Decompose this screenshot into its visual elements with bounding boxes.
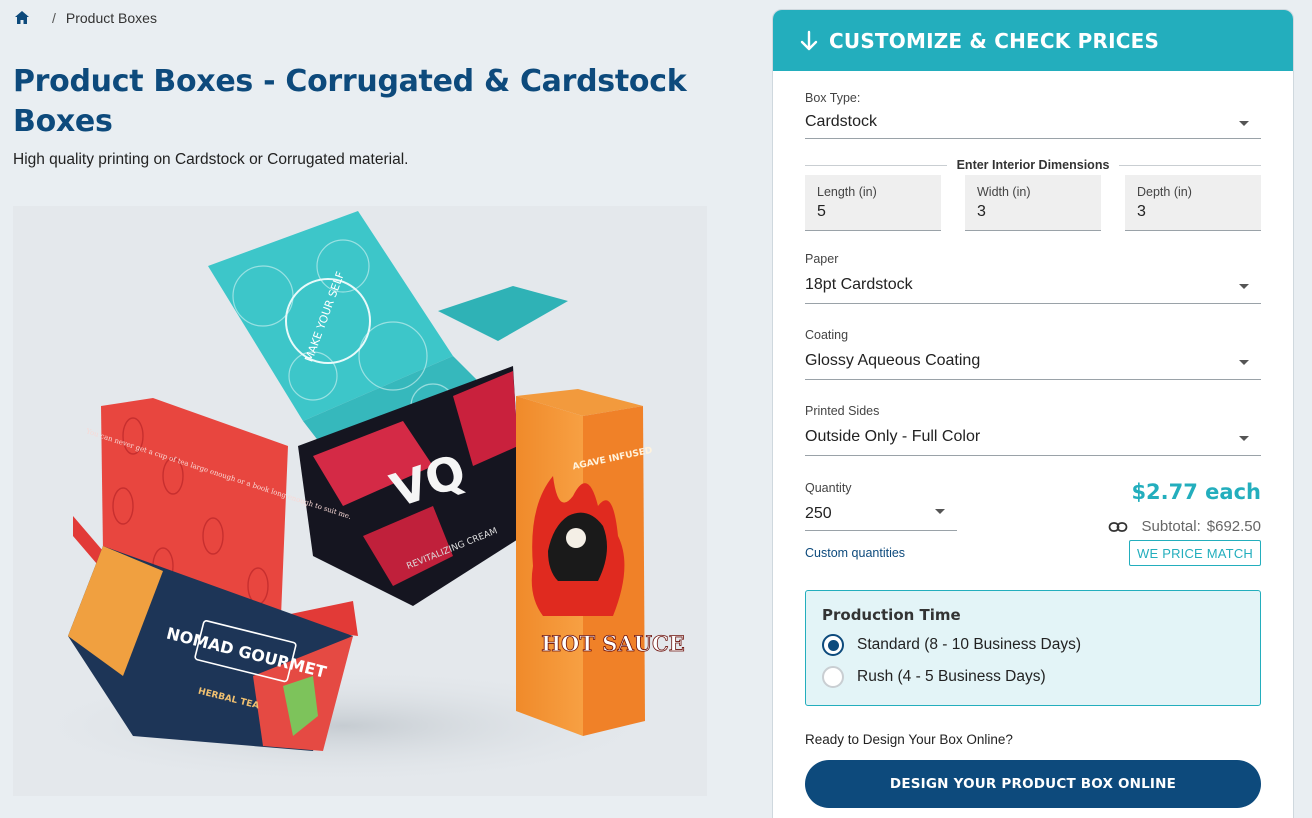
chevron-down-icon xyxy=(1239,436,1249,441)
design-online-button[interactable]: DESIGN YOUR PRODUCT BOX ONLINE xyxy=(805,760,1261,808)
width-value: 3 xyxy=(977,203,986,220)
production-time-box: Production Time Standard (8 - 10 Busines… xyxy=(805,590,1261,706)
page-title: Product Boxes - Corrugated & Cardstock B… xyxy=(13,64,687,139)
box-type-value: Cardstock xyxy=(805,113,878,130)
link-icon[interactable] xyxy=(1108,520,1128,534)
chevron-down-icon xyxy=(935,509,945,514)
paper-label: Paper xyxy=(805,252,839,266)
width-input[interactable]: Width (in) 3 xyxy=(965,175,1101,231)
ready-to-design-text: Ready to Design Your Box Online? xyxy=(805,732,1013,747)
box-type-label: Box Type: xyxy=(805,91,861,105)
subtotal: Subtotal: $692.50 xyxy=(1108,518,1261,535)
printed-sides-label: Printed Sides xyxy=(805,404,880,418)
hot-sauce-box: AGAVE INFUSED HOT SAUCE xyxy=(516,389,685,736)
chevron-down-icon xyxy=(1239,284,1249,289)
radio-selected-icon[interactable] xyxy=(822,634,844,656)
coating-select[interactable]: Coating Glossy Aqueous Coating xyxy=(805,328,1261,380)
coating-label: Coating xyxy=(805,328,849,342)
customize-panel: CUSTOMIZE & CHECK PRICES Box Type: Cards… xyxy=(772,9,1294,818)
chevron-down-icon xyxy=(1239,360,1249,365)
dimensions-heading: Enter Interior Dimensions xyxy=(805,158,1261,172)
breadcrumb-separator: / xyxy=(52,10,56,26)
subtotal-value: $692.50 xyxy=(1206,518,1261,535)
panel-header: CUSTOMIZE & CHECK PRICES xyxy=(773,10,1293,71)
page-subtitle: High quality printing on Cardstock or Co… xyxy=(13,151,409,168)
price-each: $2.77 each xyxy=(1131,480,1261,504)
radio-unselected-icon[interactable] xyxy=(822,666,844,688)
paper-value: 18pt Cardstock xyxy=(805,276,913,293)
depth-input[interactable]: Depth (in) 3 xyxy=(1125,175,1261,231)
production-time-title: Production Time xyxy=(822,606,961,624)
breadcrumb: / Product Boxes xyxy=(14,10,157,26)
production-option-rush[interactable]: Rush (4 - 5 Business Days) xyxy=(822,666,1244,688)
home-icon[interactable] xyxy=(14,10,30,26)
paper-select[interactable]: Paper 18pt Cardstock xyxy=(805,252,1261,304)
quantity-select[interactable]: Quantity 250 xyxy=(805,481,957,533)
production-option-label: Rush (4 - 5 Business Days) xyxy=(857,668,1046,685)
width-label: Width (in) xyxy=(977,185,1031,199)
printed-sides-value: Outside Only - Full Color xyxy=(805,428,981,445)
coating-value: Glossy Aqueous Coating xyxy=(805,352,981,369)
production-option-label: Standard (8 - 10 Business Days) xyxy=(857,636,1081,653)
length-label: Length (in) xyxy=(817,185,877,199)
box-type-select[interactable]: Box Type: Cardstock xyxy=(805,91,1261,139)
product-hero-image: MAKE YOUR SELF VQ REVITALIZING CREAM You… xyxy=(13,206,707,796)
breadcrumb-current[interactable]: Product Boxes xyxy=(66,10,157,26)
custom-quantities-link[interactable]: Custom quantities xyxy=(805,546,905,560)
subtotal-label: Subtotal: xyxy=(1141,518,1201,535)
quantity-value: 250 xyxy=(805,505,832,522)
price-match-button[interactable]: WE PRICE MATCH xyxy=(1129,540,1261,566)
chevron-down-icon xyxy=(1239,121,1249,126)
hot-sauce-label: HOT SAUCE xyxy=(541,631,685,656)
quantity-label: Quantity xyxy=(805,481,852,495)
length-value: 5 xyxy=(817,203,826,220)
production-option-standard[interactable]: Standard (8 - 10 Business Days) xyxy=(822,634,1244,656)
printed-sides-select[interactable]: Printed Sides Outside Only - Full Color xyxy=(805,404,1261,456)
dimensions-title: Enter Interior Dimensions xyxy=(956,158,1110,172)
length-input[interactable]: Length (in) 5 xyxy=(805,175,941,231)
depth-label: Depth (in) xyxy=(1137,185,1192,199)
panel-title: CUSTOMIZE & CHECK PRICES xyxy=(829,28,1160,53)
depth-value: 3 xyxy=(1137,203,1146,220)
arrow-down-icon xyxy=(800,30,818,50)
